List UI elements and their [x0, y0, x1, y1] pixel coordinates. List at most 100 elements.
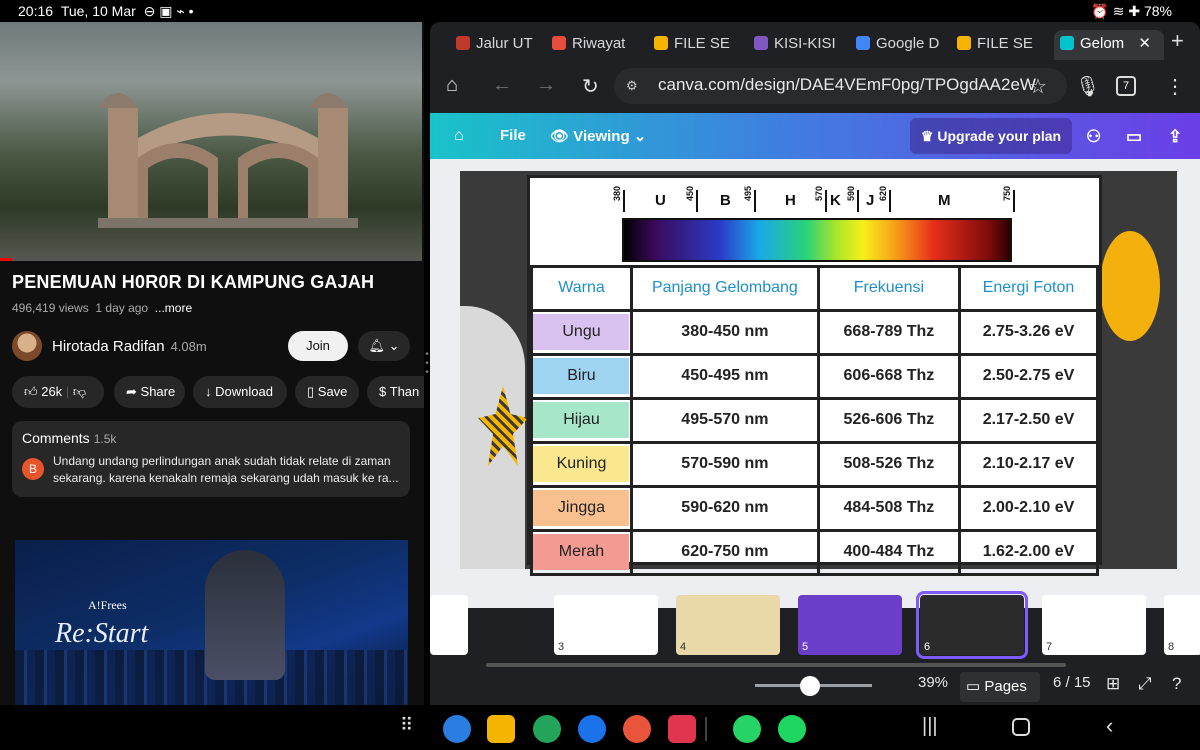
taskbar: ⠿ ||| ‹ [0, 705, 1200, 750]
contacts-app-icon[interactable] [623, 715, 651, 743]
messages-app-icon[interactable] [578, 715, 606, 743]
page-thumbnail[interactable]: 6 [916, 591, 1028, 659]
page-thumbnail[interactable]: 7 [1042, 595, 1146, 655]
ad-banner[interactable]: A!Frees Re:Start [15, 540, 408, 705]
menu-icon[interactable]: ⋮ [1165, 74, 1185, 99]
channel-info[interactable]: Hirotada Radifan 4.08m [52, 338, 207, 355]
channel-name: Hirotada Radifan [52, 338, 165, 355]
browser-tab[interactable]: FILE SE [648, 30, 740, 60]
upgrade-button[interactable]: ♛ Upgrade your plan [910, 118, 1072, 154]
thanks-button[interactable]: $ Than [367, 376, 424, 408]
page-thumbnails: 3 4 5 6 7 8 [430, 591, 1200, 661]
video-player[interactable] [0, 22, 422, 260]
canvas-area: U B H K J M 380 450 495 570 590 620 750 Warna Panjang… [430, 159, 1200, 608]
color-swatch-label: Hijau [533, 402, 630, 438]
table-cell: 2.00-2.10 eV [958, 484, 1099, 532]
export-icon[interactable]: ⇪ [1168, 127, 1182, 147]
zoom-slider-knob[interactable] [800, 676, 820, 696]
alarm-icon: ⏰ [1091, 3, 1109, 19]
bookmark-star-icon[interactable]: ☆ [1029, 74, 1047, 99]
taskbar-separator [705, 717, 707, 741]
color-swatch-label: Jingga [533, 490, 630, 526]
back-icon[interactable]: ← [492, 74, 512, 97]
thumbnail-scrollbar[interactable] [486, 663, 1066, 667]
fullscreen-icon[interactable]: ⤢ [1138, 674, 1152, 694]
page-thumbnail[interactable]: 8 [1164, 595, 1200, 655]
table-header: Warna [530, 268, 633, 312]
app-drawer-icon[interactable]: ⠿ [400, 715, 413, 736]
new-tab-icon[interactable]: + [1171, 28, 1184, 54]
files-app-icon[interactable] [487, 715, 515, 743]
spectrum-tick [1013, 190, 1015, 212]
chevron-down-icon: ⌄ [633, 128, 647, 145]
forward-icon[interactable]: → [536, 74, 556, 97]
spectrum-wavelength-label: 495 [743, 186, 753, 202]
home-icon[interactable]: ⌂ [446, 74, 458, 97]
browser-tab[interactable]: Google D [850, 30, 942, 60]
browser-tab[interactable]: Gelom ✕ [1054, 30, 1164, 60]
table-cell: 526-606 Thz [816, 396, 962, 444]
file-menu[interactable]: File [500, 127, 526, 144]
browser-tab[interactable]: Riwayat [546, 30, 638, 60]
pages-button[interactable]: ▭ Pages [960, 672, 1040, 702]
tab-label: Jalur UT [476, 35, 533, 52]
save-button[interactable]: ▯ Save [295, 376, 359, 408]
spectrum-card: U B H K J M 380 450 495 570 590 620 750 Warna Panjang… [527, 175, 1102, 576]
subscriber-count: 4.08m [170, 339, 207, 354]
page-number: 3 [558, 641, 565, 653]
like-button[interactable]: 👍︎ 26k | 👎︎ [12, 376, 104, 408]
status-right: ⏰ ≋ ✚ 78% [1091, 3, 1172, 20]
page-thumbnail[interactable] [430, 595, 468, 655]
join-button[interactable]: Join [288, 331, 348, 361]
whatsapp-app-icon[interactable] [733, 715, 761, 743]
page-thumbnail[interactable]: 3 [554, 595, 658, 655]
share-button[interactable]: ➦ Share [114, 376, 185, 408]
video-meta[interactable]: 496,419 views 1 day ago ...more [12, 301, 192, 315]
table-row: Biru 450-495 nm 606-668 Thz 2.50-2.75 eV [530, 352, 1099, 400]
spectrum-header: U B H K J M 380 450 495 570 590 620 750 [530, 178, 1099, 268]
page-thumbnail[interactable]: 5 [798, 595, 902, 655]
battery-level: 78% [1143, 3, 1172, 19]
download-button[interactable]: ↓ Download [193, 376, 287, 408]
classroom-app-icon[interactable] [533, 715, 561, 743]
canva-toolbar: ⌂ File 👁︎ Viewing ⌄ ♛ Upgrade your plan … [430, 113, 1200, 159]
subscribe-bell-button[interactable]: 🔔︎ ⌄ [358, 331, 410, 361]
home-button-icon[interactable] [1012, 718, 1030, 736]
comments-section[interactable]: Comments 1.5k B Undang undang perlindunga… [12, 421, 410, 497]
url-text[interactable]: canva.com/design/DAE4VEmF0pg/TPOgdAA2eW [658, 75, 1036, 95]
share-people-icon[interactable]: ⚇ [1086, 127, 1101, 147]
page-number: 5 [802, 641, 809, 653]
notification-icons: ⊖ ▣ ⌁ • [143, 3, 194, 19]
browser-tab[interactable]: FILE SE [951, 30, 1043, 60]
zoom-level[interactable]: 39% [918, 674, 948, 691]
video-title: PENEMUAN H0R0R DI KAMPUNG GAJAH [12, 272, 375, 292]
spectrum-color-letter: B [720, 192, 731, 209]
grid-view-icon[interactable]: ⊞ [1106, 674, 1120, 694]
color-swatch-label: Kuning [533, 446, 630, 482]
site-settings-icon[interactable]: ⚙ [626, 78, 638, 94]
camera-app-icon[interactable] [668, 715, 696, 743]
mic-icon[interactable]: 🎙︎ [1075, 74, 1100, 99]
browser-tab[interactable]: Jalur UT [450, 30, 538, 60]
present-icon[interactable]: ▭ [1126, 127, 1142, 147]
slide[interactable]: U B H K J M 380 450 495 570 590 620 750 Warna Panjang… [460, 171, 1177, 576]
browser-tab[interactable]: KISI-KISI [748, 30, 840, 60]
help-icon[interactable]: ? [1172, 674, 1181, 694]
recents-icon[interactable]: ||| [922, 715, 938, 738]
color-swatch-label: Biru [533, 358, 630, 394]
close-tab-icon[interactable]: ✕ [1134, 35, 1151, 52]
reload-icon[interactable]: ↻ [582, 74, 599, 99]
back-nav-icon[interactable]: ‹ [1106, 713, 1113, 739]
video-progress[interactable] [0, 258, 422, 261]
edge-app-icon[interactable] [443, 715, 471, 743]
page-thumbnail[interactable]: 4 [676, 595, 780, 655]
tab-label: Gelom [1080, 35, 1125, 52]
channel-avatar[interactable] [12, 331, 42, 361]
tab-count-button[interactable]: 7 [1116, 76, 1136, 96]
canva-home-icon[interactable]: ⌂ [454, 127, 464, 145]
thanks-icon: $ [379, 384, 387, 399]
spotify-app-icon[interactable] [778, 715, 806, 743]
spectrum-wavelength-label: 450 [685, 186, 695, 202]
viewing-menu[interactable]: 👁︎ Viewing ⌄ [550, 127, 646, 145]
table-header: Energi Foton [958, 268, 1099, 312]
